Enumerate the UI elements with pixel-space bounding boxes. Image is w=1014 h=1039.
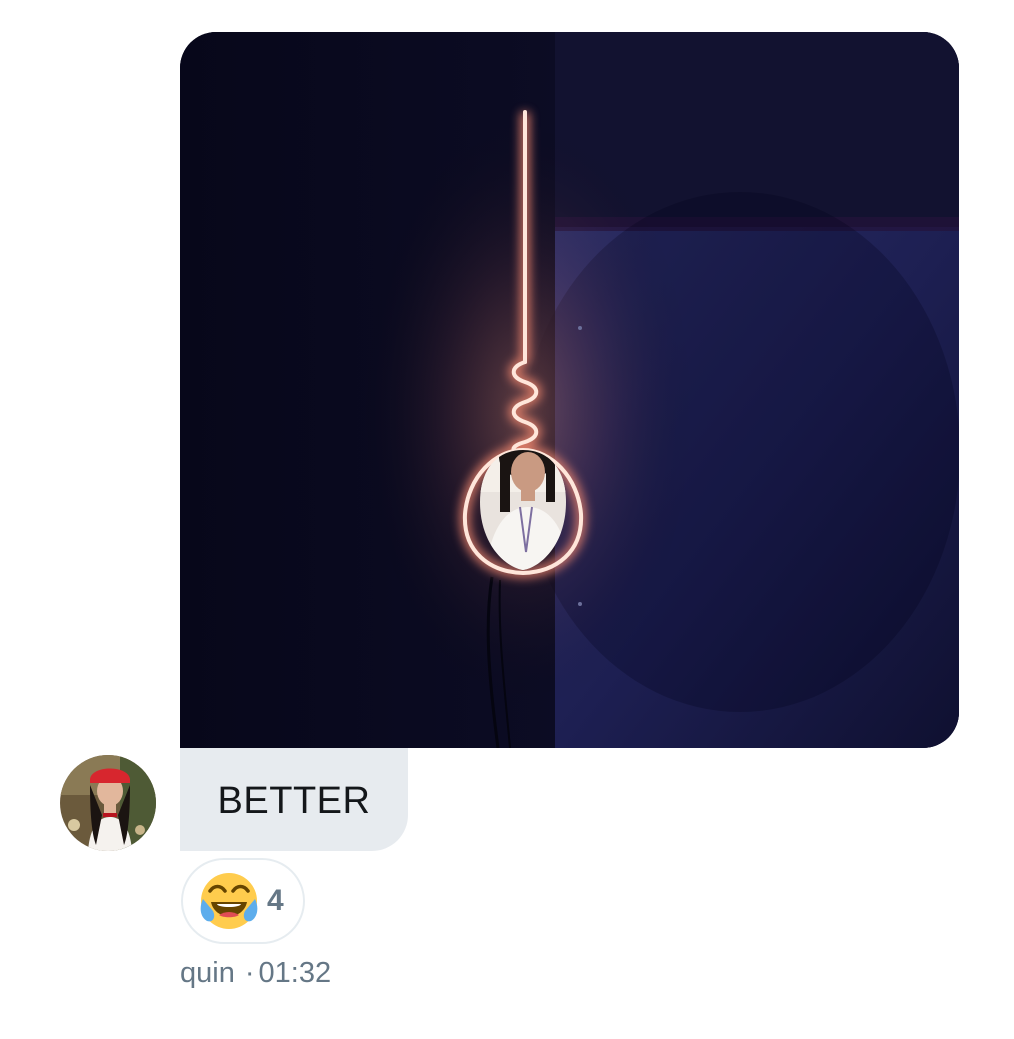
sender-avatar[interactable] <box>60 755 156 851</box>
reaction-pill[interactable]: 4 <box>181 858 305 944</box>
avatar-photo <box>60 755 156 851</box>
sender-name[interactable]: quin <box>180 957 235 989</box>
image-attachment[interactable] <box>180 32 959 748</box>
tears-of-joy-emoji-icon <box>200 873 258 929</box>
meta-separator: · <box>244 957 255 989</box>
message-meta: quin · 01:32 <box>180 955 331 991</box>
neon-lightbulb-photo <box>180 32 959 748</box>
message-text: BETTER <box>217 779 371 822</box>
message-bubble[interactable]: BETTER <box>180 748 408 851</box>
reaction-count: 4 <box>267 884 284 917</box>
message-timestamp: 01:32 <box>258 957 332 989</box>
